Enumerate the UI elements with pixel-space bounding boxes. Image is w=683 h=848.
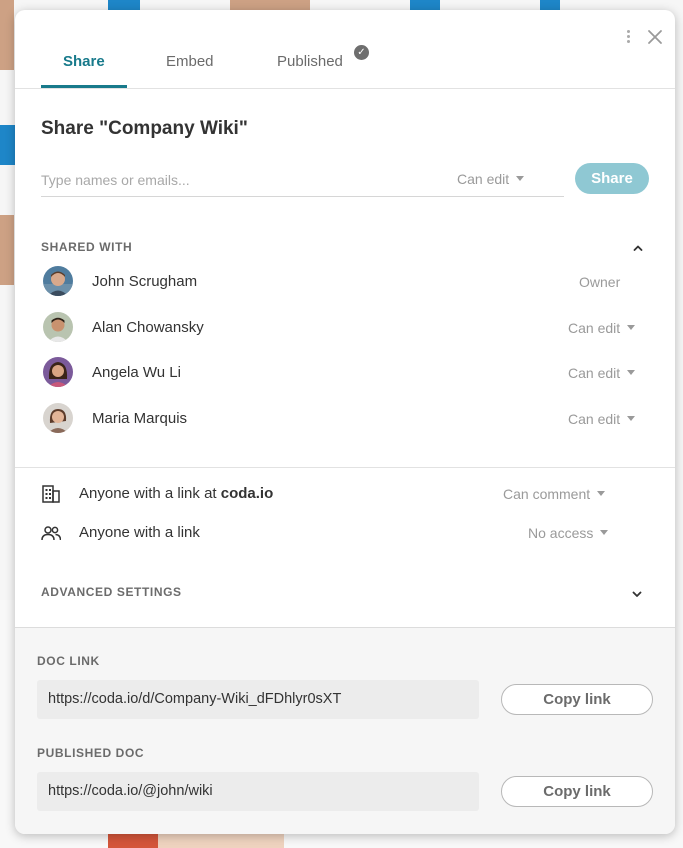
share-dialog: Share Embed Published ✓ Share "Company W… [15,10,675,834]
org-link-access-row: Anyone with a link at coda.io Can commen… [41,482,649,506]
public-link-permission-dropdown[interactable]: No access [528,525,609,541]
doc-link-label: DOC LINK [37,654,100,668]
chevron-up-icon[interactable] [631,241,645,255]
more-options-icon[interactable] [621,28,635,48]
shared-person-row: Maria Marquis Can edit [43,403,649,435]
avatar [43,266,73,296]
shared-person-row: Angela Wu Li Can edit [43,357,649,389]
org-link-permission-label: Can comment [503,486,591,502]
public-link-access-row: Anyone with a link No access [41,521,649,545]
share-button[interactable]: Share [575,163,649,194]
org-link-access-label: Anyone with a link at coda.io [79,485,274,502]
dialog-title: Share "Company Wiki" [41,118,248,139]
published-doc-url[interactable]: https://coda.io/@john/wiki [37,772,479,811]
avatar [43,403,73,433]
published-check-icon: ✓ [354,45,369,60]
copy-doc-link-button[interactable]: Copy link [501,684,653,715]
org-link-permission-dropdown[interactable]: Can comment [503,486,606,502]
chevron-down-icon[interactable] [630,587,644,601]
invite-input[interactable] [41,167,421,193]
caret-down-icon [597,490,606,496]
person-permission-label: Can edit [568,365,621,381]
tab-embed[interactable]: Embed [166,53,214,70]
advanced-settings-label[interactable]: ADVANCED SETTINGS [41,585,182,599]
shared-person-row: John Scrugham Owner [43,266,649,298]
shared-person-row: Alan Chowansky Can edit [43,312,649,344]
org-domain: coda.io [220,485,274,502]
published-doc-label: PUBLISHED DOC [37,746,145,760]
person-permission-dropdown[interactable]: Can edit [568,365,636,381]
building-icon [42,485,60,503]
caret-down-icon [600,529,609,535]
caret-down-icon [627,324,636,330]
invite-permission-dropdown[interactable]: Can edit [457,171,525,187]
tab-share[interactable]: Share [63,53,105,70]
copy-published-link-button[interactable]: Copy link [501,776,653,807]
person-name: Alan Chowansky [92,319,204,336]
public-link-access-label: Anyone with a link [79,524,200,541]
person-permission-label: Can edit [568,320,621,336]
caret-down-icon [516,175,525,181]
tab-bar: Share Embed Published ✓ [15,10,675,89]
section-divider [15,467,675,468]
footer-divider [15,627,675,628]
person-permission-dropdown[interactable]: Can edit [568,411,636,427]
avatar [43,312,73,342]
active-tab-indicator [41,85,127,88]
people-icon [41,526,61,541]
tab-published[interactable]: Published [277,53,343,70]
person-name: Maria Marquis [92,410,188,427]
invite-underline [41,196,564,197]
person-name: John Scrugham [92,273,198,290]
avatar [43,357,73,387]
links-footer: DOC LINK https://coda.io/d/Company-Wiki_… [15,627,675,834]
person-name: Angela Wu Li [92,364,181,381]
person-role: Owner [579,274,621,290]
close-icon[interactable] [646,28,664,46]
person-permission-dropdown[interactable]: Can edit [568,320,636,336]
public-link-permission-label: No access [528,525,594,541]
doc-link-url[interactable]: https://coda.io/d/Company-Wiki_dFDhlyr0s… [37,680,479,719]
caret-down-icon [627,369,636,375]
person-permission-label: Can edit [568,411,621,427]
shared-with-label: SHARED WITH [41,240,133,254]
invite-permission-label: Can edit [457,171,510,187]
caret-down-icon [627,415,636,421]
